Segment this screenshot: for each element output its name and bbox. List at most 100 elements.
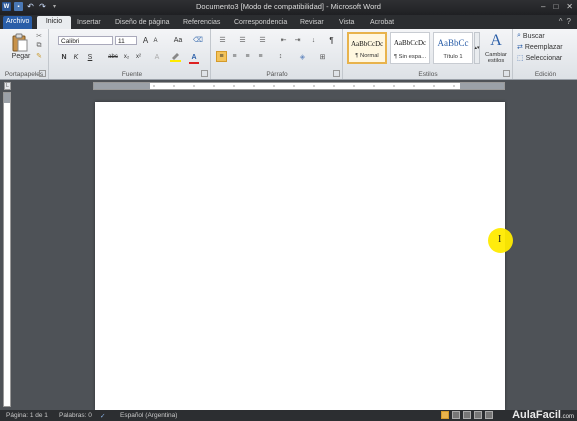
- text-effects-icon[interactable]: A: [152, 52, 162, 62]
- style-sample: AaBbCc: [437, 38, 469, 48]
- subscript-button[interactable]: x₂: [122, 52, 131, 62]
- align-center-icon[interactable]: ≡: [229, 51, 240, 62]
- change-styles-icon[interactable]: A: [484, 32, 508, 50]
- draft-icon[interactable]: [485, 411, 493, 419]
- ibeam-cursor-icon: I: [498, 234, 502, 245]
- format-painter-icon[interactable]: ✎: [35, 52, 43, 60]
- grow-font-button[interactable]: A: [141, 35, 150, 45]
- shading-icon[interactable]: ◈: [297, 51, 308, 62]
- align-left-icon[interactable]: ≡: [216, 51, 227, 62]
- font-name-combo[interactable]: Calibri: [58, 36, 113, 45]
- tab-review[interactable]: Revisar: [300, 17, 324, 29]
- help-icon[interactable]: ?: [567, 17, 571, 26]
- vertical-ruler[interactable]: [3, 92, 11, 407]
- tab-acrobat[interactable]: Acrobat: [370, 17, 394, 29]
- web-layout-icon[interactable]: [463, 411, 471, 419]
- select-button[interactable]: ⬚ Seleccionar: [517, 54, 562, 63]
- font-launcher-icon[interactable]: [201, 70, 208, 77]
- full-screen-reading-icon[interactable]: [452, 411, 460, 419]
- window-title: Documento3 [Modo de compatibilidad] - Mi…: [196, 2, 381, 11]
- style-sample: AaBbCcDc: [393, 39, 427, 47]
- group-clipboard: Pegar ✂ ⧉ ✎ Portapapeles: [0, 29, 49, 79]
- select-icon: ⬚: [517, 55, 524, 62]
- bold-button[interactable]: N: [60, 52, 68, 62]
- ruler-ticks: [153, 85, 455, 87]
- style-name: Título 1: [443, 54, 463, 60]
- tab-references[interactable]: Referencias: [183, 17, 220, 29]
- group-label-paragraph: Párrafo: [266, 71, 288, 78]
- find-label: Buscar: [522, 32, 545, 40]
- tab-mailings[interactable]: Correspondencia: [234, 17, 287, 29]
- style-sample: AaBbCcDc: [351, 40, 384, 48]
- tab-view[interactable]: Vista: [339, 17, 354, 29]
- font-size-combo[interactable]: 11: [115, 36, 137, 45]
- shrink-font-button[interactable]: A: [151, 36, 160, 46]
- bullets-icon[interactable]: ☰: [216, 35, 229, 45]
- style-normal[interactable]: AaBbCcDc ¶ Normal: [347, 32, 387, 64]
- tab-selector[interactable]: L: [4, 82, 11, 90]
- replace-button[interactable]: ⇄ Reemplazar: [517, 43, 563, 52]
- underline-button[interactable]: S: [86, 52, 94, 62]
- decrease-indent-icon[interactable]: ⇤: [278, 35, 289, 45]
- paragraph-launcher-icon[interactable]: [333, 70, 340, 77]
- style-heading-1[interactable]: AaBbCc Título 1: [433, 32, 473, 64]
- tab-file[interactable]: Archivo: [3, 16, 33, 29]
- minimize-button[interactable]: –: [541, 2, 545, 11]
- print-layout-icon[interactable]: [441, 411, 449, 419]
- word-count[interactable]: Palabras: 0: [59, 412, 92, 419]
- style-name: ¶ Sin espa...: [393, 54, 427, 60]
- sort-icon[interactable]: ↓: [308, 35, 319, 45]
- cut-icon[interactable]: ✂: [35, 32, 43, 40]
- multilevel-list-icon[interactable]: ☰: [256, 35, 269, 45]
- increase-indent-icon[interactable]: ⇥: [292, 35, 303, 45]
- ribbon: Pegar ✂ ⧉ ✎ Portapapeles Calibri 11 A A …: [0, 29, 577, 80]
- copy-icon[interactable]: ⧉: [35, 42, 43, 50]
- clear-formatting-icon[interactable]: ⌫: [192, 35, 204, 45]
- tab-page-layout[interactable]: Diseño de página: [115, 17, 170, 29]
- change-styles-button[interactable]: Cambiar estilos: [481, 51, 511, 65]
- paste-button[interactable]: Pegar: [4, 52, 38, 61]
- change-case-button[interactable]: Aa: [171, 35, 185, 45]
- style-name: ¶ Normal: [355, 53, 379, 59]
- borders-icon[interactable]: ⊞: [317, 51, 328, 62]
- status-bar: Página: 1 de 1 Palabras: 0 ✓ Español (Ar…: [0, 409, 577, 421]
- group-label-styles: Estilos: [418, 71, 438, 78]
- numbering-icon[interactable]: ☰: [236, 35, 249, 45]
- align-right-icon[interactable]: ≡: [242, 51, 253, 62]
- language-indicator[interactable]: Español (Argentina): [120, 412, 177, 419]
- superscript-button[interactable]: x²: [134, 52, 143, 62]
- minimize-ribbon-icon[interactable]: ^: [559, 17, 563, 26]
- view-buttons: [441, 411, 493, 419]
- tab-insert[interactable]: Insertar: [77, 17, 101, 29]
- clipboard-launcher-icon[interactable]: [39, 70, 46, 77]
- find-icon: ⌕: [517, 32, 521, 39]
- horizontal-ruler[interactable]: [93, 82, 505, 90]
- style-no-spacing[interactable]: AaBbCcDc ¶ Sin espa...: [390, 32, 430, 64]
- paste-icon[interactable]: [8, 32, 32, 54]
- document-page[interactable]: [95, 102, 505, 410]
- maximize-button[interactable]: □: [553, 2, 558, 11]
- close-button[interactable]: ✕: [566, 2, 573, 11]
- group-styles: AaBbCcDc ¶ Normal AaBbCcDc ¶ Sin espa...…: [344, 29, 513, 79]
- title-bar: W ▪ ↶ ↷ ▾ Documento3 [Modo de compatibil…: [0, 0, 577, 15]
- ribbon-tabs: Archivo Inicio Insertar Diseño de página…: [0, 15, 577, 29]
- line-spacing-icon[interactable]: ↕: [275, 51, 286, 62]
- justify-icon[interactable]: ≡: [255, 51, 266, 62]
- proofing-icon[interactable]: ✓: [100, 412, 105, 420]
- strikethrough-button[interactable]: abc: [106, 52, 120, 62]
- group-label-font: Fuente: [121, 71, 143, 78]
- styles-scroll-icon[interactable]: ▴▾: [474, 32, 480, 64]
- outline-icon[interactable]: [474, 411, 482, 419]
- page-count[interactable]: Página: 1 de 1: [6, 412, 48, 419]
- watermark-text: AulaFacil: [512, 409, 561, 421]
- tab-home[interactable]: Inicio: [37, 16, 71, 29]
- watermark-suffix: .com: [560, 414, 574, 420]
- group-paragraph: ☰ ☰ ☰ ⇤ ⇥ ↓ ¶ ≡ ≡ ≡ ≡ ↕ ◈ ⊞ Párrafo: [212, 29, 343, 79]
- highlight-color-icon[interactable]: [169, 52, 181, 62]
- replace-icon: ⇄: [517, 44, 523, 51]
- find-button[interactable]: ⌕ Buscar: [517, 32, 545, 40]
- styles-launcher-icon[interactable]: [503, 70, 510, 77]
- italic-button[interactable]: K: [72, 52, 80, 62]
- font-color-button[interactable]: A: [189, 52, 199, 64]
- show-marks-button[interactable]: ¶: [327, 35, 336, 45]
